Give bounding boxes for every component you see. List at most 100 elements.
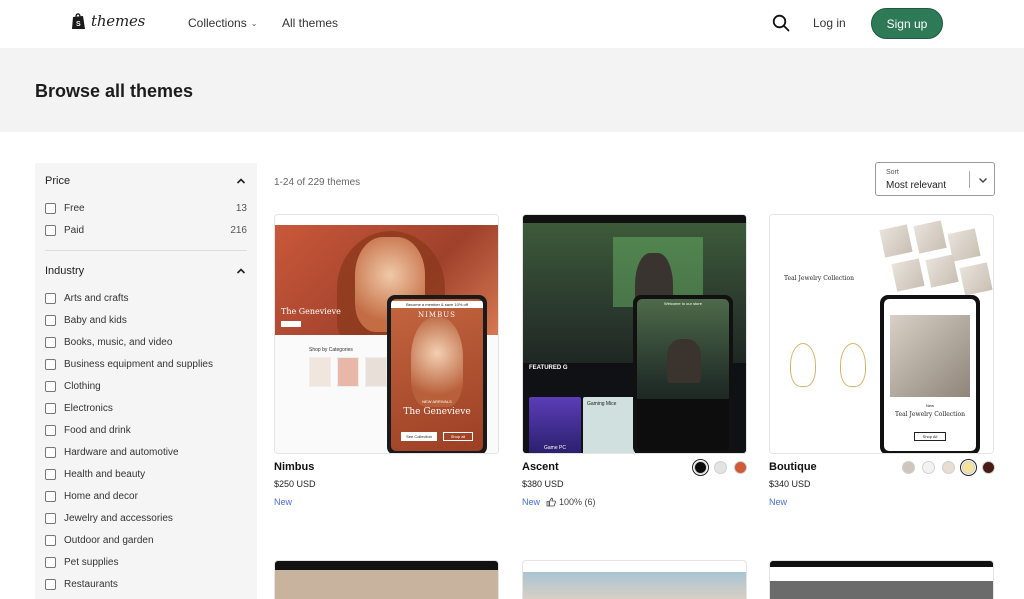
filter-option-pet-supplies[interactable]: Pet supplies xyxy=(45,551,247,573)
model-face xyxy=(411,317,463,407)
new-badge: New xyxy=(522,497,541,507)
shopify-bag-icon: S xyxy=(72,13,85,29)
theme-card-nimbus[interactable]: The Genevieve Shop by Categories Become … xyxy=(274,214,500,507)
checkbox[interactable] xyxy=(45,556,56,568)
theme-preview-row2-1[interactable] xyxy=(274,560,499,599)
nav-all-themes[interactable]: All themes xyxy=(282,16,338,30)
chevron-down-icon[interactable] xyxy=(977,174,989,186)
filter-option-business-equipment[interactable]: Business equipment and supplies xyxy=(45,353,247,375)
preview-mobile-label: New xyxy=(925,403,934,408)
color-swatch[interactable] xyxy=(902,461,915,474)
collage-tile xyxy=(879,224,913,258)
color-swatch[interactable] xyxy=(692,459,709,476)
preview-mobile-frame: Become a member & save 10% off NIMBUS NE… xyxy=(387,295,487,453)
filter-group-price: Price Free 13 Paid 216 xyxy=(35,163,257,241)
checkbox[interactable] xyxy=(45,292,56,304)
filter-option-free[interactable]: Free 13 xyxy=(45,197,247,219)
preview-mobile-banner: Become a member & save 10% off xyxy=(391,301,483,308)
preview-hero-title: The Genevieve xyxy=(281,307,341,316)
checkbox[interactable] xyxy=(45,534,56,546)
preview-tile-label: Gaming Mice xyxy=(587,401,617,407)
theme-price: $340 USD xyxy=(769,479,811,489)
checkbox[interactable] xyxy=(45,224,56,236)
color-swatch[interactable] xyxy=(714,461,727,474)
theme-name[interactable]: Nimbus xyxy=(274,461,500,473)
checkbox[interactable] xyxy=(45,380,56,392)
theme-price: $380 USD xyxy=(522,479,564,489)
login-link[interactable]: Log in xyxy=(813,16,846,30)
chevron-up-icon[interactable] xyxy=(235,265,247,277)
filter-option-health-beauty[interactable]: Health and beauty xyxy=(45,463,247,485)
option-label: Food and drink xyxy=(64,424,131,436)
preview-mobile-secondary-button: Shop all xyxy=(443,432,473,441)
checkbox[interactable] xyxy=(45,336,56,348)
checkbox[interactable] xyxy=(45,512,56,524)
checkbox[interactable] xyxy=(45,446,56,458)
color-swatch[interactable] xyxy=(982,461,995,474)
preview-heading: Teal Jewelry Collection xyxy=(784,275,854,282)
color-swatches xyxy=(692,459,747,476)
color-swatch[interactable] xyxy=(942,461,955,474)
theme-meta: New 100% (6) xyxy=(522,497,748,507)
preview-mobile-screen: Welcome to our store xyxy=(637,299,729,451)
filter-option-clothing[interactable]: Clothing xyxy=(45,375,247,397)
filter-header-industry[interactable]: Industry xyxy=(45,253,247,287)
theme-preview-boutique[interactable]: Teal Jewelry Collection New Teal Jewelry… xyxy=(769,214,994,454)
option-label: Outdoor and garden xyxy=(64,534,154,546)
theme-preview-row2-2[interactable] xyxy=(522,560,747,599)
shopify-themes-logo[interactable]: S themes xyxy=(71,12,145,30)
chevron-up-icon[interactable] xyxy=(235,175,247,187)
filter-option-books-music-video[interactable]: Books, music, and video xyxy=(45,331,247,353)
theme-card-ascent[interactable]: FEATURED G Game PC Gaming Mice Welcome t… xyxy=(522,214,748,507)
theme-card-boutique[interactable]: Teal Jewelry Collection New Teal Jewelry… xyxy=(769,214,995,507)
filter-option-paid[interactable]: Paid 216 xyxy=(45,219,247,241)
option-label: Health and beauty xyxy=(64,468,146,480)
preview-mobile-frame: New Teal Jewelry Collection Shop All xyxy=(880,295,980,453)
filter-option-hardware-automotive[interactable]: Hardware and automotive xyxy=(45,441,247,463)
collage-tile xyxy=(925,254,959,288)
checkbox[interactable] xyxy=(45,468,56,480)
theme-preview-ascent[interactable]: FEATURED G Game PC Gaming Mice Welcome t… xyxy=(522,214,747,454)
preview-mobile-footer xyxy=(637,399,729,451)
theme-preview-row2-3[interactable] xyxy=(769,560,994,599)
checkbox[interactable] xyxy=(45,490,56,502)
color-swatch[interactable] xyxy=(922,461,935,474)
filter-option-outdoor-garden[interactable]: Outdoor and garden xyxy=(45,529,247,551)
checkbox[interactable] xyxy=(45,358,56,370)
filter-option-food-drink[interactable]: Food and drink xyxy=(45,419,247,441)
gamer-figure xyxy=(667,339,701,383)
filter-divider xyxy=(45,250,247,251)
checkbox[interactable] xyxy=(45,424,56,436)
option-label: Hardware and automotive xyxy=(64,446,179,458)
preview-product xyxy=(365,357,387,387)
filter-option-jewelry-accessories[interactable]: Jewelry and accessories xyxy=(45,507,247,529)
sort-separator xyxy=(969,171,970,188)
filter-option-baby-kids[interactable]: Baby and kids xyxy=(45,309,247,331)
option-label: Free xyxy=(64,202,85,214)
collage-tile xyxy=(913,220,947,254)
checkbox[interactable] xyxy=(45,402,56,414)
theme-meta: New xyxy=(769,497,995,507)
sort-value: Most relevant xyxy=(886,180,947,191)
filter-option-arts-crafts[interactable]: Arts and crafts xyxy=(45,287,247,309)
color-swatch[interactable] xyxy=(960,459,977,476)
checkbox[interactable] xyxy=(45,578,56,590)
search-icon[interactable] xyxy=(772,14,790,32)
sort-select[interactable]: Sort Most relevant xyxy=(875,162,995,196)
filter-option-home-decor[interactable]: Home and decor xyxy=(45,485,247,507)
filter-header-price[interactable]: Price xyxy=(45,163,247,197)
checkbox[interactable] xyxy=(45,314,56,326)
theme-price: $250 USD xyxy=(274,479,316,489)
color-swatch[interactable] xyxy=(734,461,747,474)
svg-text:S: S xyxy=(76,21,81,28)
nav-collections[interactable]: Collections ⌄ xyxy=(188,16,257,30)
option-count: 216 xyxy=(230,224,247,236)
checkbox[interactable] xyxy=(45,202,56,214)
preview-shop-heading: Shop by Categories xyxy=(309,347,353,353)
signup-button[interactable]: Sign up xyxy=(871,8,943,39)
collage-tile xyxy=(959,262,993,296)
filter-option-restaurants[interactable]: Restaurants xyxy=(45,573,247,595)
theme-preview-nimbus[interactable]: The Genevieve Shop by Categories Become … xyxy=(274,214,499,454)
filter-option-electronics[interactable]: Electronics xyxy=(45,397,247,419)
preview-mobile-button: Shop All xyxy=(914,432,946,441)
